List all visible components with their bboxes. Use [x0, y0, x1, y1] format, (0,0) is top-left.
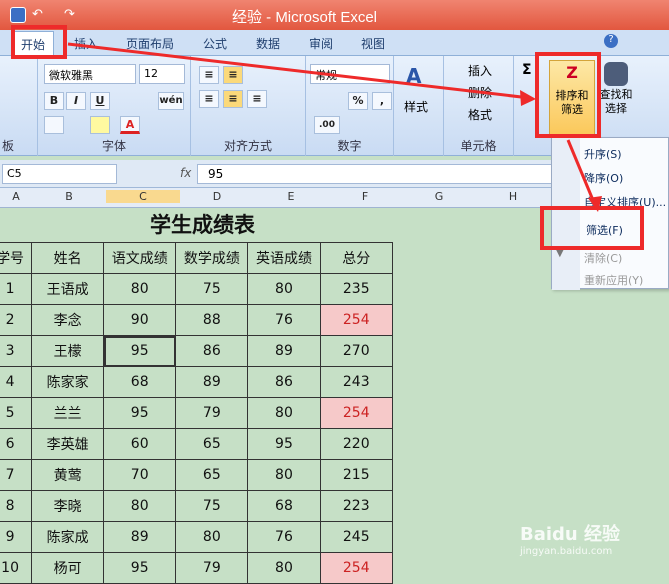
annotation-arrows [67, 42, 602, 212]
watermark: Baidu 经验 jingyan.baidu.com [520, 524, 621, 557]
